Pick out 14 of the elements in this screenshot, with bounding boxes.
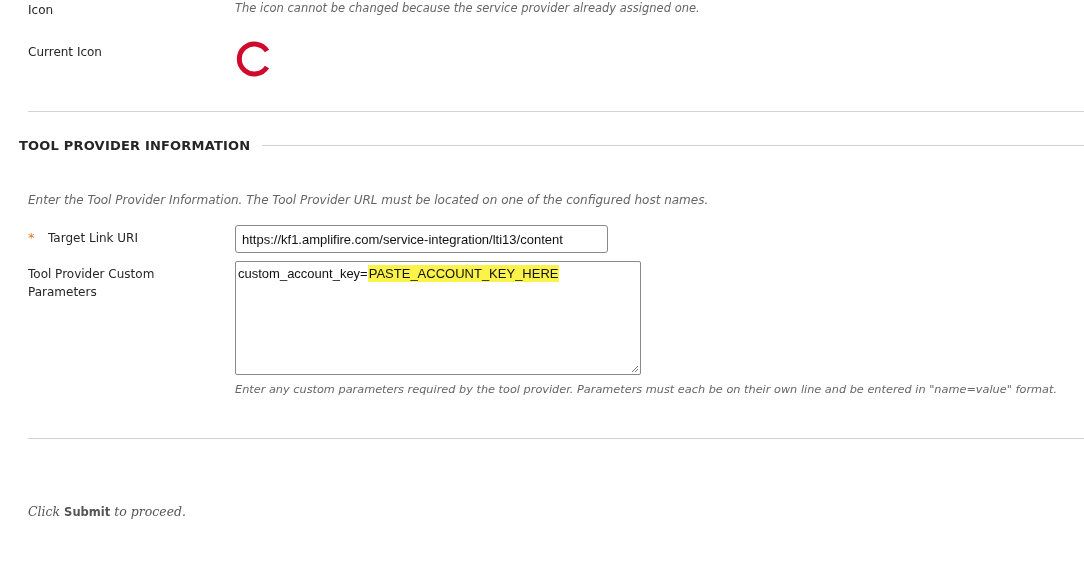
field-label: Icon — [28, 2, 55, 19]
field-label: Target Link URI — [48, 230, 139, 247]
submit-instructions: Click Submit to proceed. — [27, 504, 187, 519]
field-label: Current Icon — [28, 44, 103, 61]
help-text: Enter any custom parameters required by the tool provider. Parameters must each be on their own line and be entered in "name=value" format. — [235, 383, 1057, 396]
instructions-text: Enter the Tool Provider Information. The Tool Provider URL must be located on one of the configured host names. — [28, 193, 709, 207]
help-text: The icon cannot be changed because the service provider already assigned one. — [235, 1, 700, 17]
resize-grip-icon[interactable] — [631, 365, 639, 373]
url-field[interactable]: https://kf1.amplifire.com/service-integration/lti13/content — [235, 225, 608, 253]
required-icon: * — [28, 229, 48, 253]
section-title: TOOL PROVIDER INFORMATION — [19, 138, 251, 153]
field-label: Tool Provider Custom Parameters — [28, 266, 156, 301]
c-ring-icon — [235, 41, 271, 77]
parameters-field[interactable]: custom_account_key=PASTE_ACCOUNT_KEY_HERE — [235, 261, 641, 375]
